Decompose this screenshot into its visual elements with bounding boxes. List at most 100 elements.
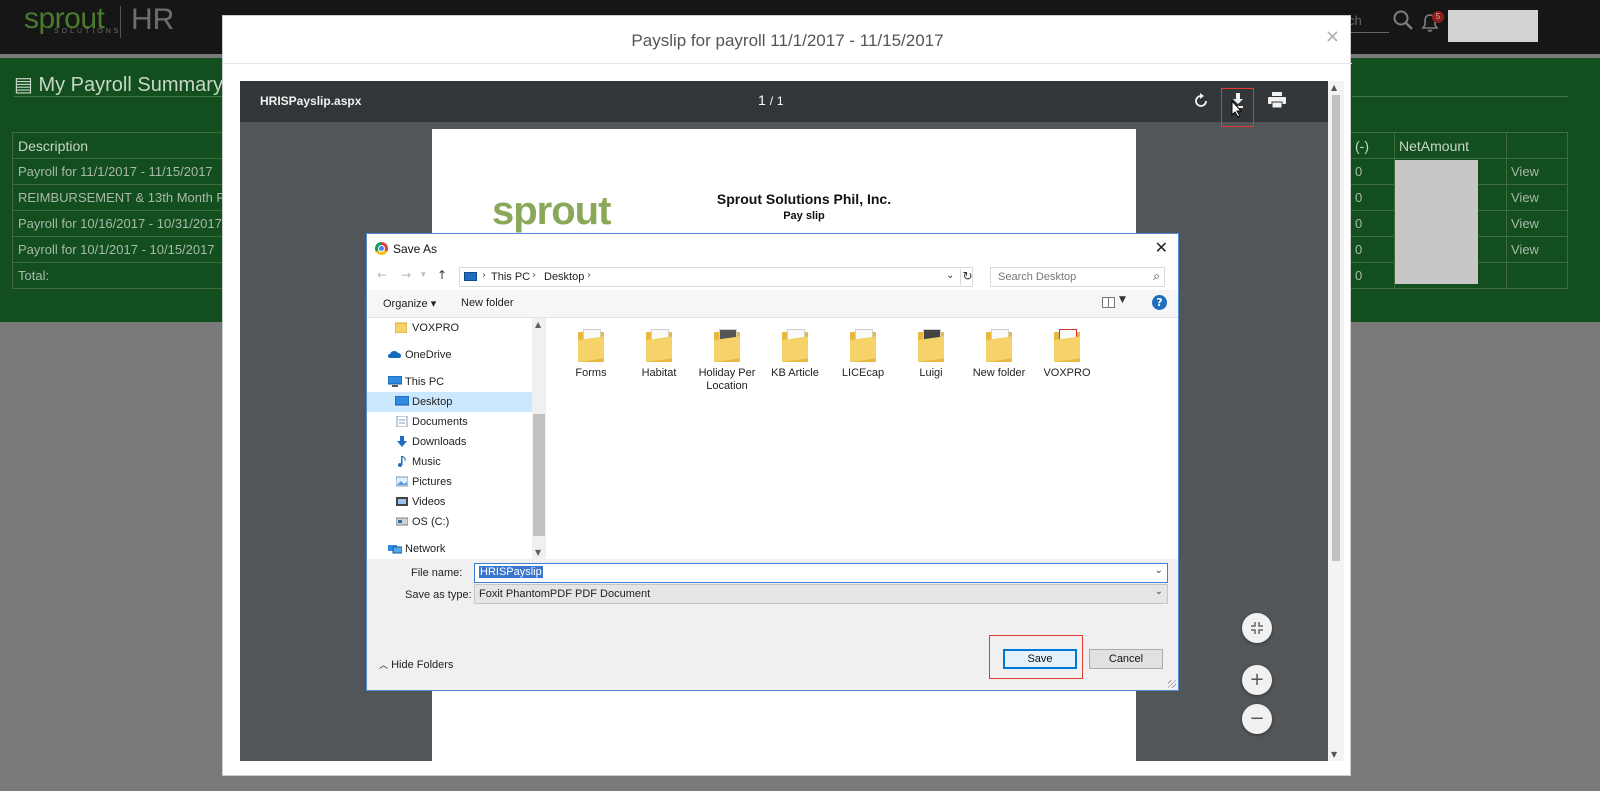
zoom-out-icon[interactable]: −	[1242, 704, 1272, 734]
scroll-up-icon[interactable]: ▲	[535, 320, 541, 329]
chevron-down-icon[interactable]: ▼	[1119, 295, 1126, 305]
folder-icon	[395, 322, 407, 333]
folder-item[interactable]: LICEcap	[831, 328, 895, 380]
folder-item[interactable]: Habitat	[627, 328, 691, 380]
file-list: Forms Habitat Holiday Per Location KB Ar…	[546, 318, 1178, 559]
table-row: Payroll for 10/1/2017 - 10/15/2017	[12, 236, 248, 263]
document-title: Pay slip	[783, 210, 825, 222]
new-folder-button[interactable]: New folder	[461, 297, 514, 309]
table-cell: 0	[1350, 184, 1395, 211]
folder-icon	[574, 328, 608, 362]
pictures-icon	[396, 476, 408, 487]
organize-button[interactable]: Organize ▾	[383, 297, 436, 310]
search-input[interactable]: Search Desktop ⌕	[990, 267, 1165, 287]
forward-icon[interactable]: →	[401, 268, 411, 282]
notification-badge: 5	[1432, 11, 1444, 23]
chevron-down-icon[interactable]: ⌄	[946, 270, 954, 281]
download-highlight	[1221, 88, 1254, 127]
table-row: Payroll for 10/16/2017 - 10/31/2017	[12, 210, 248, 237]
dialog-toolbar: Organize ▾ New folder ▼ ?	[367, 290, 1178, 318]
rotate-icon[interactable]	[1193, 93, 1209, 114]
recent-locations-icon[interactable]: ▾	[421, 270, 426, 280]
folder-item[interactable]: Forms	[559, 328, 623, 380]
view-link[interactable]: View	[1506, 236, 1568, 263]
logo-divider	[120, 6, 121, 38]
save-type-select[interactable]: Foxit PhantomPDF PDF Document ⌄	[474, 584, 1168, 604]
folder-icon	[778, 328, 812, 362]
page-title: ▤ My Payroll Summary	[14, 74, 223, 96]
dialog-titlebar: Save As ✕	[367, 234, 1178, 264]
pc-icon	[388, 376, 402, 387]
chevron-down-icon[interactable]: ⌄	[1155, 586, 1163, 597]
navigation-scrollbar[interactable]: ▲ ▼	[532, 318, 546, 559]
videos-icon	[396, 497, 408, 506]
sidebar-item-pictures[interactable]: Pictures	[367, 472, 532, 492]
help-icon[interactable]: ?	[1152, 295, 1167, 310]
payroll-table-left: Description Payroll for 11/1/2017 - 11/1…	[12, 132, 248, 289]
column-header	[1506, 132, 1568, 159]
sidebar-item-videos[interactable]: Videos	[367, 492, 532, 512]
cancel-button[interactable]: Cancel	[1089, 649, 1163, 669]
fit-page-icon[interactable]	[1242, 613, 1272, 643]
module-name: HR	[131, 3, 175, 36]
breadcrumb-this-pc[interactable]: This PC	[491, 271, 530, 283]
folder-item[interactable]: KB Article	[763, 328, 827, 380]
logo-subtitle: SOLUTIONS	[54, 28, 122, 35]
sidebar-item-onedrive[interactable]: OneDrive	[367, 345, 532, 365]
sidebar-item-this-pc[interactable]: This PC	[367, 372, 532, 392]
scroll-down-icon[interactable]: ▼	[535, 548, 541, 557]
breadcrumb-desktop[interactable]: Desktop	[544, 271, 584, 283]
folder-item[interactable]: New folder	[967, 328, 1031, 380]
folder-icon	[1050, 328, 1084, 362]
folder-item[interactable]: Holiday Per Location	[695, 328, 759, 393]
chevron-up-icon: ︿	[379, 661, 389, 671]
close-icon[interactable]: ×	[1325, 26, 1340, 47]
chevron-down-icon[interactable]: ⌄	[1155, 565, 1163, 576]
sidebar-item-os-c[interactable]: OS (C:)	[367, 512, 532, 532]
onedrive-icon	[388, 351, 401, 358]
sidebar-item-voxpro[interactable]: VOXPRO	[367, 318, 532, 338]
user-menu[interactable]	[1448, 10, 1538, 42]
file-name-label: File name:	[411, 567, 463, 579]
scroll-down-icon[interactable]: ▼	[1331, 750, 1337, 759]
chevron-right-icon: ›	[482, 270, 486, 281]
save-button[interactable]: Save	[1003, 649, 1077, 669]
search-icon[interactable]	[1392, 9, 1414, 36]
view-link[interactable]: View	[1506, 158, 1568, 185]
divider	[14, 96, 224, 97]
refresh-icon[interactable]: ↻	[960, 269, 974, 285]
search-icon: ⌕	[1153, 269, 1160, 283]
scrollbar-thumb[interactable]	[533, 414, 545, 536]
drive-icon	[396, 517, 408, 526]
back-icon[interactable]: ←	[377, 268, 387, 282]
view-options-icon[interactable]	[1102, 297, 1115, 308]
print-icon[interactable]	[1268, 92, 1286, 113]
hide-folders-button[interactable]: ︿ Hide Folders	[379, 658, 453, 671]
total-label: Total:	[12, 262, 248, 289]
zoom-in-icon[interactable]: +	[1242, 665, 1272, 695]
network-icon	[388, 545, 402, 554]
file-name-field[interactable]: HRISPayslip ⌄	[474, 563, 1168, 583]
view-link[interactable]: View	[1506, 184, 1568, 211]
address-bar[interactable]: › This PC › Desktop › ⌄ ↻	[459, 267, 973, 287]
page-indicator: 1 / 1	[758, 92, 784, 108]
close-icon[interactable]: ✕	[1155, 238, 1168, 257]
scrollbar-thumb[interactable]	[1332, 95, 1340, 561]
save-type-label: Save as type:	[405, 589, 472, 601]
viewer-scrollbar[interactable]: ▲ ▼	[1328, 81, 1344, 761]
sidebar-item-music[interactable]: Music	[367, 452, 532, 472]
sidebar-item-downloads[interactable]: Downloads	[367, 432, 532, 452]
divider	[1352, 96, 1568, 97]
sidebar-item-desktop[interactable]: Desktop	[367, 392, 532, 412]
scroll-up-icon[interactable]: ▲	[1331, 83, 1337, 92]
folder-item[interactable]: VOXPRO	[1035, 328, 1099, 380]
folder-icon	[982, 328, 1016, 362]
view-link[interactable]: View	[1506, 210, 1568, 237]
documents-icon	[396, 416, 408, 427]
folder-item[interactable]: Luigi	[899, 328, 963, 380]
column-header: Description	[12, 132, 248, 159]
sidebar-item-documents[interactable]: Documents	[367, 412, 532, 432]
resize-grip[interactable]	[1168, 680, 1176, 688]
sidebar-item-network[interactable]: Network	[367, 539, 532, 559]
up-icon[interactable]: ↑	[437, 268, 447, 282]
